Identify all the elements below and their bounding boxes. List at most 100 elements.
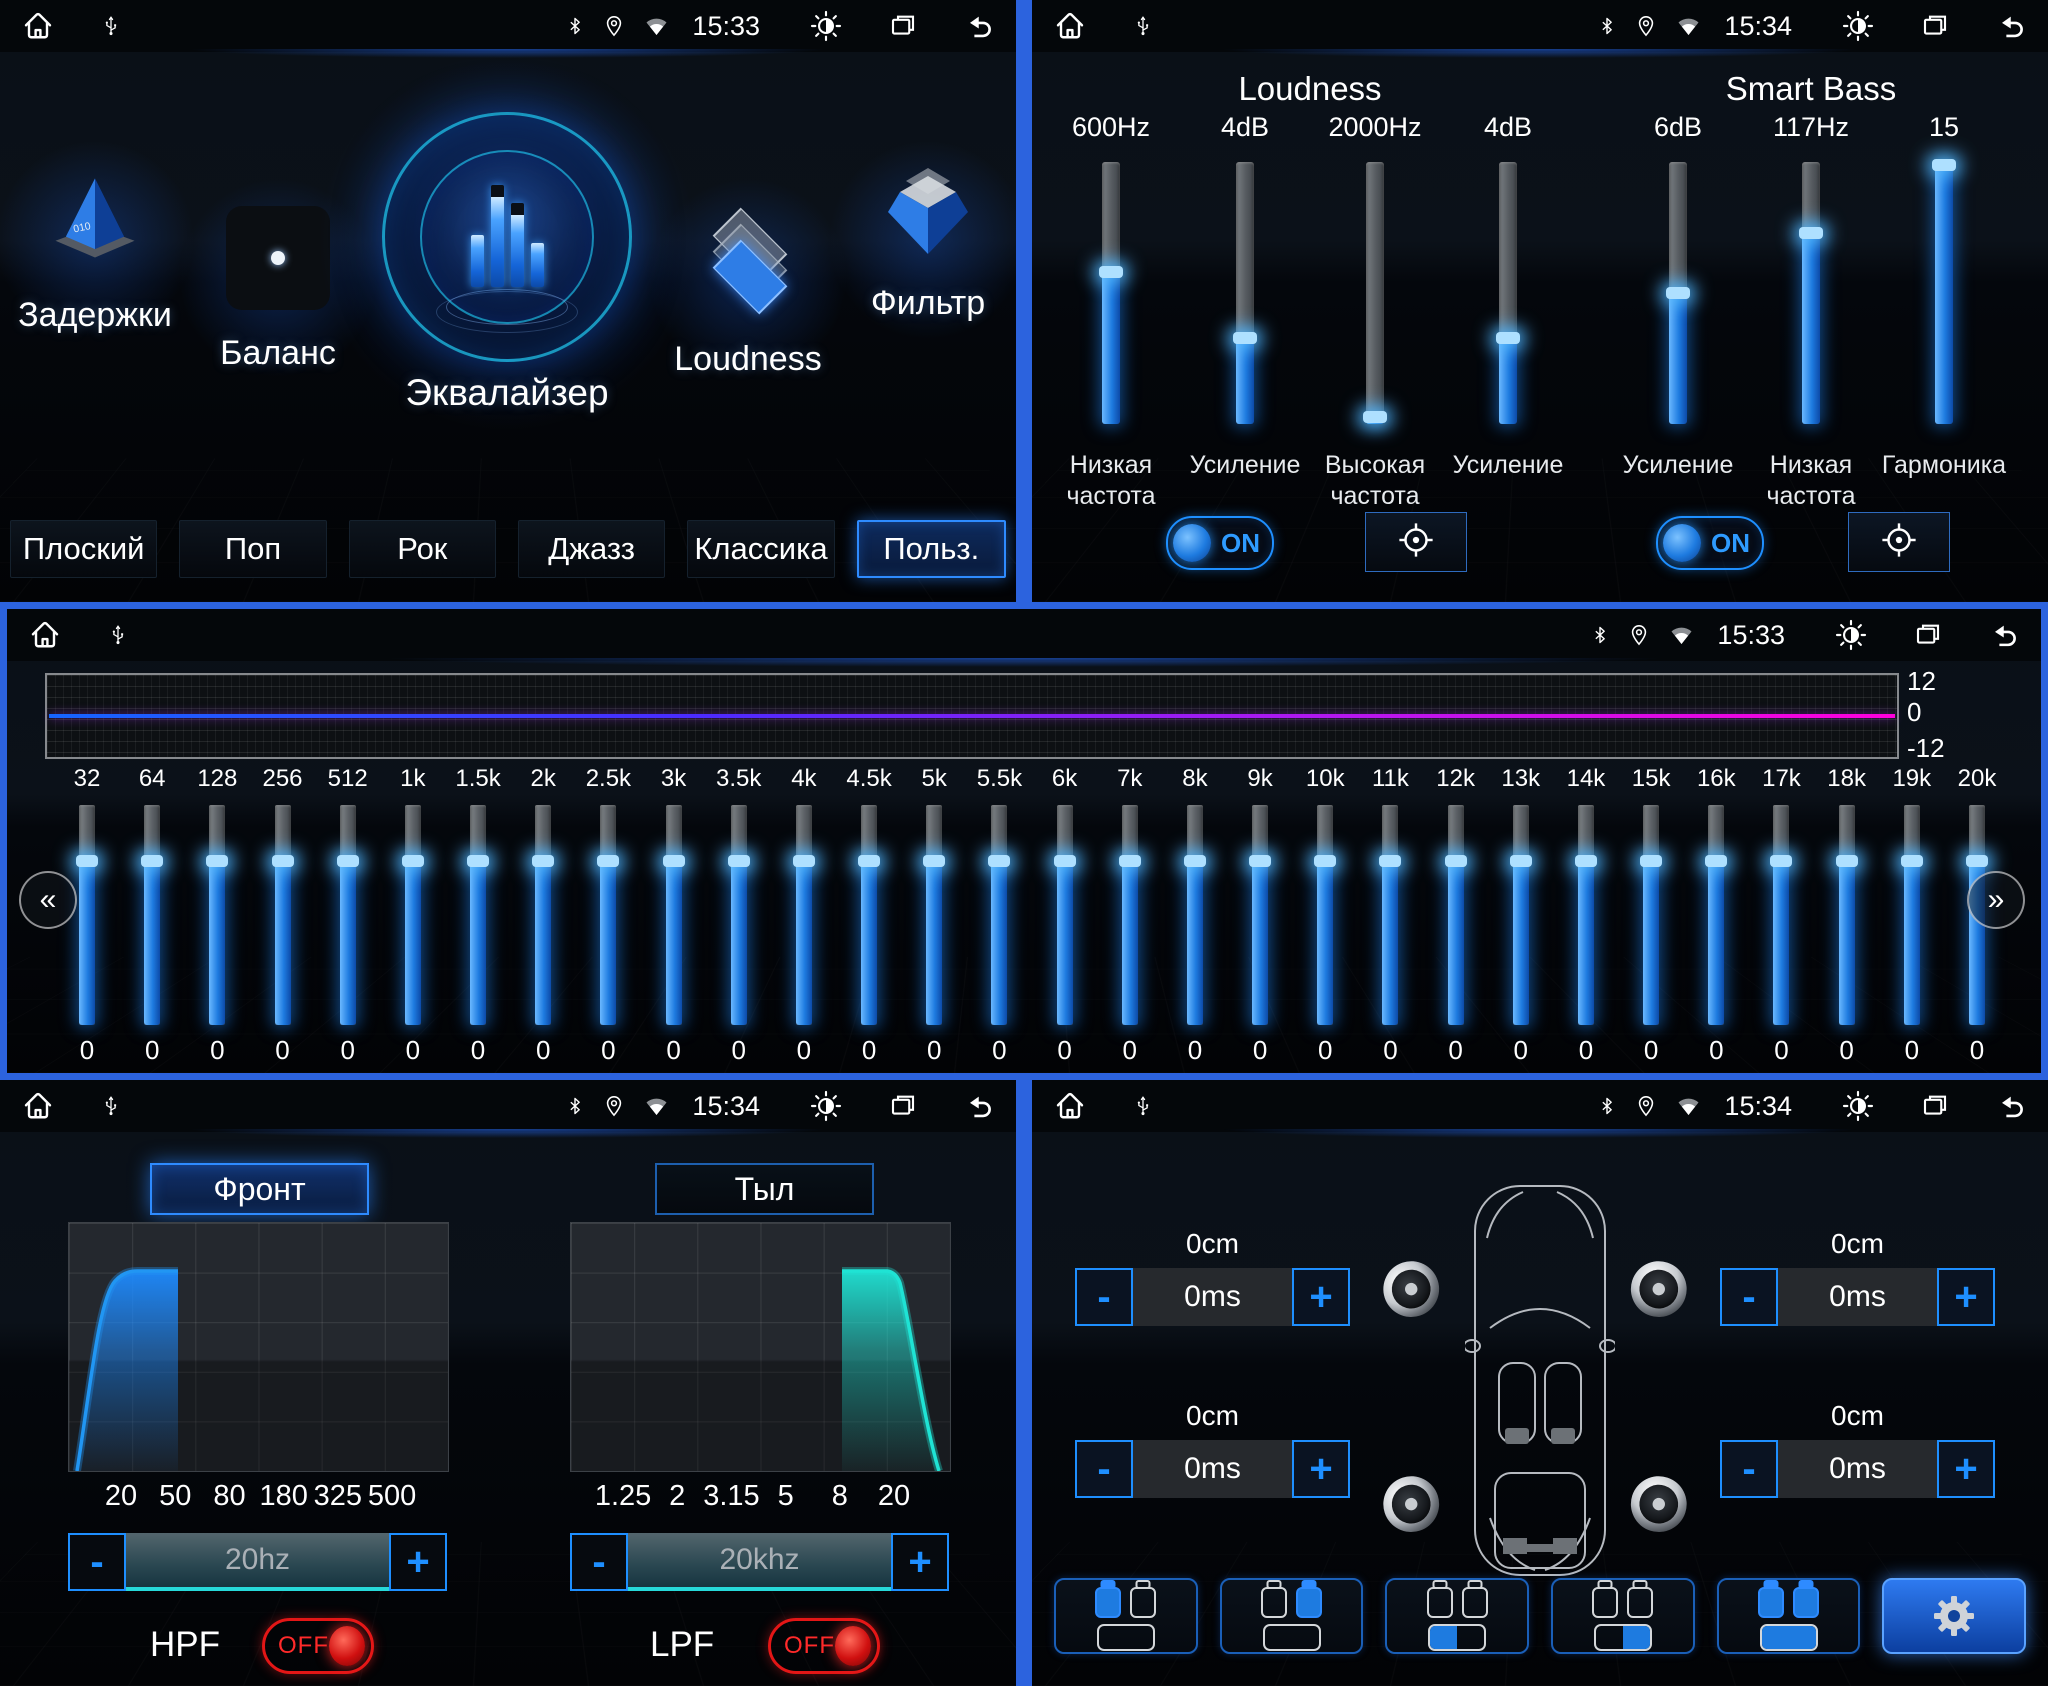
recents-icon[interactable]: [888, 1091, 918, 1121]
band-slider-track[interactable]: [275, 805, 291, 1025]
smart-bass-reset-button[interactable]: [1848, 512, 1950, 572]
recents-icon[interactable]: [1920, 1091, 1950, 1121]
band-slider-fill: [535, 858, 551, 1025]
band-slider-track[interactable]: [1252, 805, 1268, 1025]
brightness-icon[interactable]: [1842, 10, 1874, 42]
minus-button[interactable]: -: [570, 1533, 628, 1591]
slider-track[interactable]: [1669, 162, 1687, 424]
slider-track[interactable]: [1499, 162, 1517, 424]
preset-button[interactable]: Джазз: [518, 520, 665, 578]
band-slider-track[interactable]: [1773, 805, 1789, 1025]
band-slider-track[interactable]: [796, 805, 812, 1025]
home-icon[interactable]: [20, 8, 56, 44]
menu-item-filter[interactable]: Фильтр: [838, 168, 1016, 323]
home-icon[interactable]: [1052, 1088, 1088, 1124]
zone-button-front-left[interactable]: [1054, 1578, 1198, 1654]
slider-track[interactable]: [1102, 162, 1120, 424]
home-icon[interactable]: [27, 617, 63, 653]
band-slider-track[interactable]: [1708, 805, 1724, 1025]
band-slider-track[interactable]: [340, 805, 356, 1025]
minus-button[interactable]: -: [68, 1533, 126, 1591]
back-icon[interactable]: [1996, 11, 2028, 41]
preset-button[interactable]: Рок: [349, 520, 496, 578]
band-slider-track[interactable]: [1839, 805, 1855, 1025]
lpf-toggle[interactable]: OFF: [768, 1618, 880, 1674]
menu-item-equalizer[interactable]: Эквалайзер: [377, 112, 637, 414]
band-slider-track[interactable]: [991, 805, 1007, 1025]
back-icon[interactable]: [964, 11, 996, 41]
plus-button[interactable]: +: [891, 1533, 949, 1591]
plus-button[interactable]: +: [1937, 1268, 1995, 1326]
band-slider-track[interactable]: [926, 805, 942, 1025]
band-frequency-label: 12k: [1436, 765, 1475, 795]
menu-item-loudness[interactable]: Loudness: [658, 206, 838, 379]
loudness-reset-button[interactable]: [1365, 512, 1467, 572]
minus-button[interactable]: -: [1075, 1268, 1133, 1326]
tab-front[interactable]: Фронт: [150, 1163, 369, 1215]
band-slider-track[interactable]: [1578, 805, 1594, 1025]
band-slider-track[interactable]: [1382, 805, 1398, 1025]
delay-value: 0ms: [1133, 1440, 1292, 1498]
minus-button[interactable]: -: [1720, 1440, 1778, 1498]
band-slider-track[interactable]: [600, 805, 616, 1025]
slider-track[interactable]: [1935, 162, 1953, 424]
scroll-left-button[interactable]: «: [19, 871, 77, 929]
plus-button[interactable]: +: [1292, 1440, 1350, 1498]
plus-button[interactable]: +: [1292, 1268, 1350, 1326]
band-slider-track[interactable]: [1904, 805, 1920, 1025]
preset-button[interactable]: Плоский: [10, 520, 157, 578]
recents-icon[interactable]: [1920, 11, 1950, 41]
band-slider-track[interactable]: [1317, 805, 1333, 1025]
tab-rear[interactable]: Тыл: [655, 1163, 874, 1215]
slider-track[interactable]: [1802, 162, 1820, 424]
band-slider-track[interactable]: [1643, 805, 1659, 1025]
back-icon[interactable]: [1996, 1091, 2028, 1121]
back-icon[interactable]: [1989, 620, 2021, 650]
back-icon[interactable]: [964, 1091, 996, 1121]
plus-button[interactable]: +: [389, 1533, 447, 1591]
home-icon[interactable]: [20, 1088, 56, 1124]
recents-icon[interactable]: [888, 11, 918, 41]
minus-button[interactable]: -: [1075, 1440, 1133, 1498]
band-slider-track[interactable]: [79, 805, 95, 1025]
band-slider-track[interactable]: [535, 805, 551, 1025]
band-slider-track[interactable]: [209, 805, 225, 1025]
brightness-icon[interactable]: [810, 1090, 842, 1122]
band-slider-track[interactable]: [470, 805, 486, 1025]
recents-icon[interactable]: [1913, 620, 1943, 650]
band-slider-track[interactable]: [1187, 805, 1203, 1025]
band-slider-track[interactable]: [405, 805, 421, 1025]
zone-button-rear-left[interactable]: [1385, 1578, 1529, 1654]
preset-button[interactable]: Поп: [179, 520, 326, 578]
preset-button[interactable]: Польз.: [857, 520, 1006, 578]
band-slider-track[interactable]: [1057, 805, 1073, 1025]
band-slider-track[interactable]: [731, 805, 747, 1025]
band-slider-track[interactable]: [144, 805, 160, 1025]
zone-button-all-seats[interactable]: [1717, 1578, 1861, 1654]
band-slider-track[interactable]: [1122, 805, 1138, 1025]
slider-track[interactable]: [1236, 162, 1254, 424]
plus-button[interactable]: +: [1937, 1440, 1995, 1498]
band-slider-fill: [1904, 858, 1920, 1025]
brightness-icon[interactable]: [1835, 619, 1867, 651]
band-slider-track[interactable]: [1448, 805, 1464, 1025]
slider-track[interactable]: [1366, 162, 1384, 424]
brightness-icon[interactable]: [1842, 1090, 1874, 1122]
band-slider-track[interactable]: [666, 805, 682, 1025]
loudness-on-toggle[interactable]: ON: [1166, 516, 1274, 570]
zone-button-rear-right[interactable]: [1551, 1578, 1695, 1654]
brightness-icon[interactable]: [810, 10, 842, 42]
scroll-right-button[interactable]: »: [1967, 871, 2025, 929]
zone-button-front-right[interactable]: [1220, 1578, 1364, 1654]
home-icon[interactable]: [1052, 8, 1088, 44]
minus-button[interactable]: -: [1720, 1268, 1778, 1326]
band-slider-track[interactable]: [861, 805, 877, 1025]
menu-item-delays[interactable]: 010 Задержки: [5, 168, 185, 335]
band-slider-track[interactable]: [1513, 805, 1529, 1025]
band-frequency-label: 9k: [1247, 765, 1272, 795]
preset-button[interactable]: Классика: [687, 520, 834, 578]
band-slider-fill: [796, 858, 812, 1025]
settings-button[interactable]: [1882, 1578, 2026, 1654]
hpf-toggle[interactable]: OFF: [262, 1618, 374, 1674]
smart-bass-on-toggle[interactable]: ON: [1656, 516, 1764, 570]
